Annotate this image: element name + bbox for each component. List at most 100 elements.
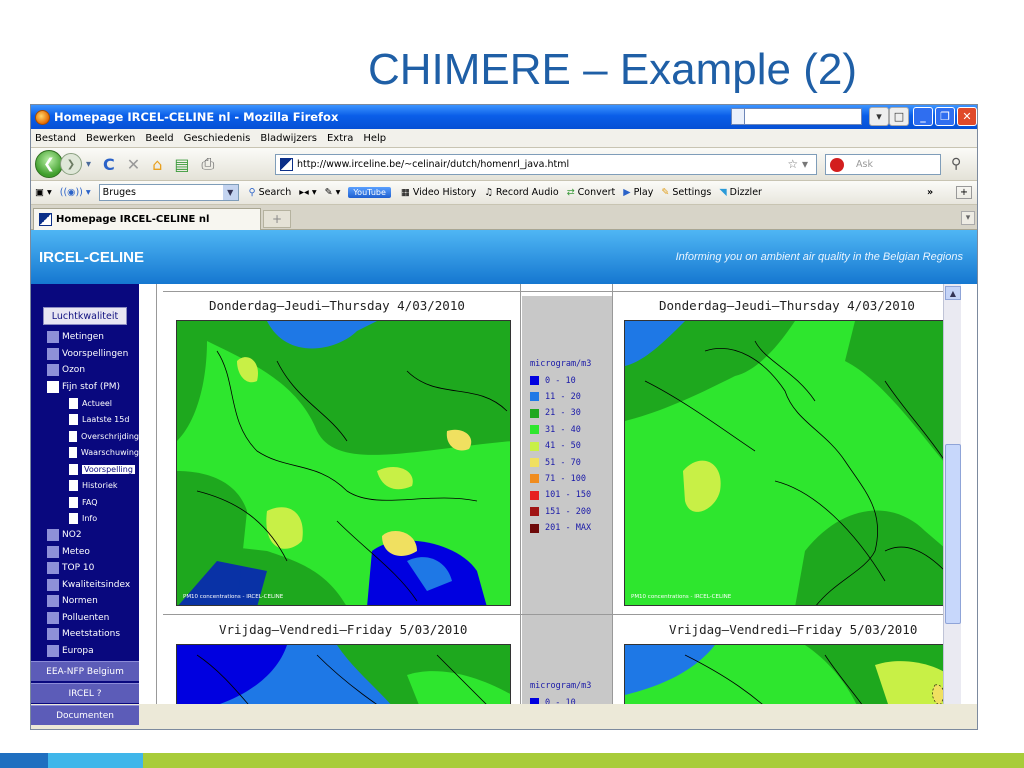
square-icon [47, 380, 59, 393]
sidebar-item-no2[interactable]: NO2 [31, 527, 139, 544]
sidebar-item-polluenten[interactable]: Polluenten [31, 610, 139, 627]
stripe-lightblue [48, 753, 143, 768]
scrollbar-thumb[interactable] [945, 444, 961, 624]
youtube-button[interactable]: YouTube [348, 187, 391, 198]
sidebar-subitem-info[interactable]: Info [31, 511, 139, 528]
search-toolbar-button[interactable]: ⚲ Search [249, 187, 292, 198]
reload-icon[interactable]: C [103, 155, 115, 174]
sidebar-item-kwaliteitsindex[interactable]: Kwaliteitsindex [31, 577, 139, 594]
record-audio-button[interactable]: ♫ Record Audio [484, 187, 558, 198]
forward-button[interactable]: ❯ [60, 153, 82, 175]
menu-file[interactable]: Bestand [35, 133, 76, 144]
tab-strip: Homepage IRCEL-CELINE nl + ▾ [31, 205, 977, 230]
back-button[interactable]: ❮ [35, 150, 63, 178]
search-icon[interactable]: ⚲ [951, 156, 961, 172]
menu-history[interactable]: Geschiedenis [184, 133, 251, 144]
home-icon[interactable]: ⌂ [152, 155, 162, 174]
title-search-field[interactable] [744, 108, 862, 125]
sidebar-item-europa[interactable]: Europa [31, 643, 139, 660]
video-history-button[interactable]: ▦ Video History [401, 187, 476, 198]
chevron-up-icon[interactable]: ▲ [945, 286, 961, 300]
tab-list-icon[interactable]: ▾ [961, 211, 975, 225]
vertical-scrollbar[interactable]: ▲ [943, 284, 961, 704]
map-belgium-day2[interactable] [624, 644, 959, 704]
bookmark-add-icon[interactable]: ▤ [174, 155, 189, 174]
new-tab-button[interactable]: + [263, 210, 291, 228]
browser-window: Homepage IRCEL-CELINE nl - Mozilla Firef… [30, 104, 978, 730]
sidebar-subitem-voorspelling[interactable]: Voorspelling [31, 461, 139, 478]
history-dropdown-icon[interactable]: ▾ [86, 159, 91, 170]
chevron-down-icon: ▼ [222, 185, 238, 200]
site-banner: IRCEL-CELINE Informing you on ambient ai… [31, 230, 977, 284]
highlight-icon[interactable]: ✎ ▾ [325, 187, 341, 198]
star-icon[interactable]: ☆ ▾ [787, 157, 808, 171]
slide-bottom-stripe [0, 753, 1024, 768]
tab-label: Homepage IRCEL-CELINE nl [56, 214, 210, 225]
dizzler-button[interactable]: ◥ Dizzler [719, 187, 762, 198]
search-bar[interactable]: Ask [825, 154, 941, 175]
square-icon [47, 545, 59, 558]
legend-day2: microgram/m3 0 - 10 11 - 20 [530, 678, 591, 704]
sidebar-button-ircel[interactable]: IRCEL ? [31, 683, 139, 703]
sidebar-item-voorspellingen[interactable]: Voorspellingen [31, 346, 139, 363]
map-europe-day1[interactable]: PM10 concentrations - IRCEL-CELINE [176, 320, 511, 606]
sidebar-subitem-actueel[interactable]: Actueel [31, 395, 139, 412]
document-icon [69, 447, 77, 459]
menu-tools[interactable]: Extra [327, 133, 353, 144]
sidebar-button-luchtkwaliteit[interactable]: Luchtkwaliteit [43, 307, 127, 325]
play-button[interactable]: ▶ Play [623, 187, 653, 198]
document-icon [69, 463, 78, 475]
menu-view[interactable]: Beeld [145, 133, 173, 144]
legend-item: 151 - 200 [530, 504, 591, 520]
dropdown-icon[interactable]: ▾ [869, 107, 889, 126]
minimize-button[interactable]: _ [913, 107, 933, 126]
sidebar-item-meteo[interactable]: Meteo [31, 544, 139, 561]
square-icon[interactable]: □ [889, 107, 909, 126]
print-icon[interactable]: ⎙ [201, 154, 214, 174]
menu-edit[interactable]: Bewerken [86, 133, 135, 144]
radio-icon[interactable]: ((◉)) ▾ [60, 187, 91, 198]
divider [163, 614, 961, 615]
add-icon[interactable]: + [956, 186, 972, 199]
square-icon [47, 347, 59, 360]
sidebar-item-ozon[interactable]: Ozon [31, 362, 139, 379]
convert-button[interactable]: ⇄ Convert [567, 187, 616, 198]
map-europe-day2[interactable] [176, 644, 511, 704]
location-select[interactable]: Bruges ▼ [98, 184, 239, 201]
sidebar: Luchtkwaliteit Metingen Voorspellingen O… [31, 284, 139, 725]
sidebar-subitem-faq[interactable]: FAQ [31, 494, 139, 511]
legend-item: 0 - 10 [530, 694, 591, 704]
close-button[interactable]: ✕ [957, 107, 977, 126]
url-bar[interactable]: http://www.irceline.be/~celinair/dutch/h… [275, 154, 817, 175]
legend-item: 21 - 30 [530, 405, 591, 421]
tab-homepage[interactable]: Homepage IRCEL-CELINE nl [33, 208, 261, 230]
menu-help[interactable]: Help [363, 133, 386, 144]
sidebar-item-metingen[interactable]: Metingen [31, 329, 139, 346]
legend-unit: microgram/m3 [530, 359, 592, 370]
sidebar-subitem-overschrijding[interactable]: Overschrijding [31, 428, 139, 445]
ask-icon [830, 158, 844, 172]
toolbar-menu-icon[interactable]: ▣ ▾ [35, 187, 52, 198]
sidebar-subitem-laatste-15d[interactable]: Laatste 15d [31, 412, 139, 429]
settings-button[interactable]: ✎ Settings [661, 187, 711, 198]
sidebar-button-documenten[interactable]: Documenten [31, 705, 139, 725]
square-icon [47, 611, 59, 624]
stop-icon[interactable]: ✕ [127, 155, 140, 174]
arrows-icon[interactable]: ▸◂ ▾ [299, 187, 316, 198]
sidebar-subitem-waarschuwing[interactable]: Waarschuwing [31, 445, 139, 462]
sidebar-subitem-historiek[interactable]: Historiek [31, 478, 139, 495]
maximize-button[interactable]: ❐ [935, 107, 955, 126]
sidebar-item-normen[interactable]: Normen [31, 593, 139, 610]
map-belgium-day1[interactable]: PM10 concentrations - IRCEL-CELINE [624, 320, 959, 606]
legend-item: 51 - 70 [530, 454, 591, 470]
square-icon [47, 364, 59, 377]
sidebar-item-meetstations[interactable]: Meetstations [31, 626, 139, 643]
sidebar-item-fijn-stof[interactable]: Fijn stof (PM) [31, 379, 139, 396]
menu-bookmarks[interactable]: Bladwijzers [260, 133, 317, 144]
map-caption: PM10 concentrations - IRCEL-CELINE [183, 594, 284, 600]
firefox-icon [35, 109, 50, 125]
more-tools-button[interactable]: » [927, 187, 933, 198]
sidebar-button-eea-nfp[interactable]: EEA-NFP Belgium [31, 661, 139, 681]
legend-unit: microgram/m3 [530, 681, 592, 692]
sidebar-item-top10[interactable]: TOP 10 [31, 560, 139, 577]
